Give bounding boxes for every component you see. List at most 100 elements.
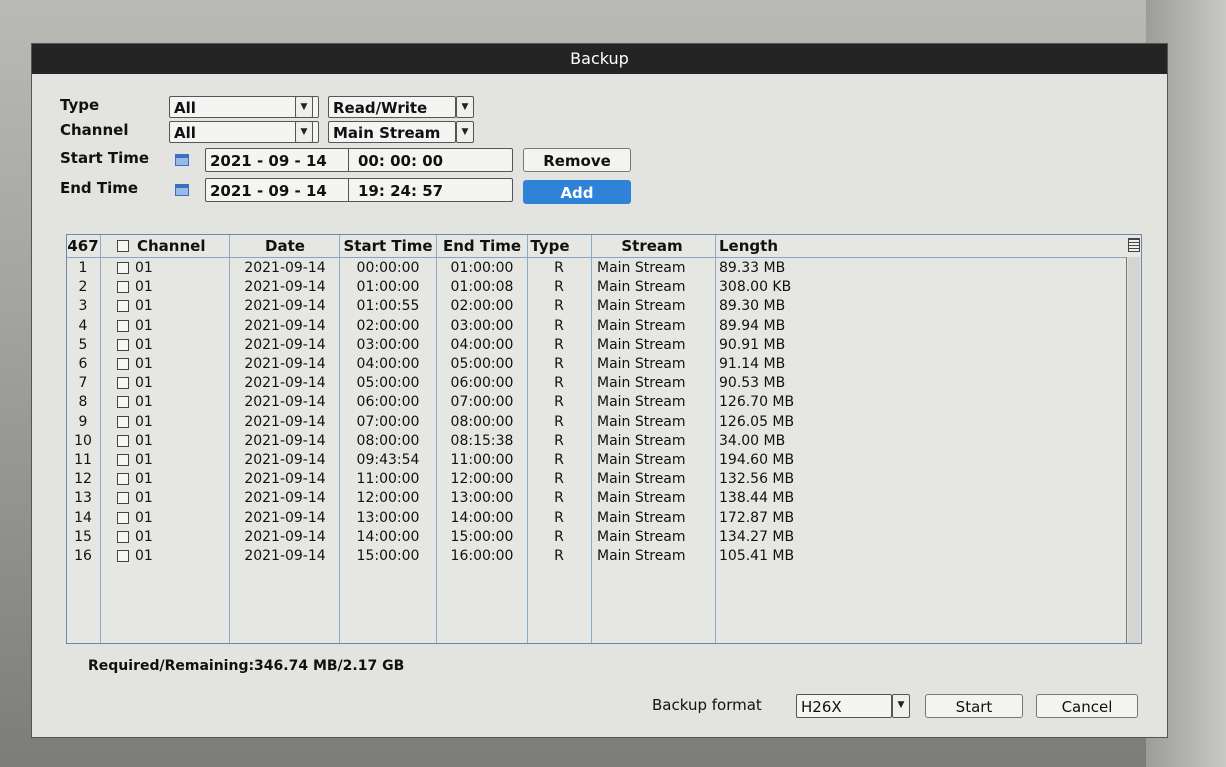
table-row[interactable]: 16 01 2021-09-14 15:00:00 16:00:00 R Main Stre… (67, 547, 1141, 566)
table-row[interactable]: 7 01 2021-09-14 05:00:00 06:00:00 R Main Strea… (67, 374, 1141, 393)
row-checkbox[interactable] (117, 550, 129, 562)
cell-end: 06:00:00 (450, 375, 514, 392)
cell-date: 2021-09-14 (244, 471, 326, 488)
row-checkbox[interactable] (117, 262, 129, 274)
cell-ch: 01 (135, 260, 153, 276)
table-row[interactable]: 10 01 2021-09-14 08:00:00 08:15:38 R Main Stre… (67, 432, 1141, 451)
row-checkbox[interactable] (117, 473, 129, 486)
cell-ch: 01 (135, 471, 153, 488)
cell-len: 89.33 MB (719, 260, 786, 276)
dialog-title: Backup (32, 44, 1167, 74)
table-row[interactable]: 12 01 2021-09-14 11:00:00 12:00:00 R Main Stre… (67, 470, 1141, 489)
backup-dialog: Backup Type All ▼ Read/Write ▼ Channel A… (32, 44, 1167, 737)
table-row[interactable]: 9 01 2021-09-14 07:00:00 08:00:00 R Main Strea… (67, 413, 1141, 432)
cancel-button[interactable]: Cancel (1036, 694, 1138, 718)
cell-type: R (554, 375, 564, 392)
start-datetime-field[interactable]: 2021 - 09 - 14 00: 00: 00 (205, 148, 513, 172)
stream-select[interactable]: Main Stream (328, 121, 456, 143)
column-menu-icon[interactable] (1128, 238, 1140, 252)
table-row[interactable]: 11 01 2021-09-14 09:43:54 11:00:00 R Main Stre… (67, 451, 1141, 470)
header-type[interactable]: Type (528, 235, 572, 257)
end-date: 2021 - 09 - 14 (210, 182, 327, 200)
start-time-label: Start Time (60, 149, 150, 167)
table-row[interactable]: 2 01 2021-09-14 01:00:00 01:00:08 R Main Strea… (67, 278, 1141, 297)
cell-ch: 01 (135, 432, 153, 449)
cell-n: 5 (78, 336, 88, 353)
table-row[interactable]: 14 01 2021-09-14 13:00:00 14:00:00 R Main Stre… (67, 509, 1141, 528)
table-row[interactable]: 13 01 2021-09-14 12:00:00 13:00:00 R Main Stre… (67, 489, 1141, 508)
cell-date: 2021-09-14 (244, 279, 326, 296)
row-checkbox[interactable] (117, 492, 129, 505)
cell-end: 15:00:00 (450, 528, 514, 545)
backup-format-select[interactable]: H26X (796, 694, 892, 718)
cell-ch: 01 (135, 528, 153, 545)
calendar-icon[interactable] (175, 154, 189, 166)
cell-len: 308.00 KB (719, 279, 792, 296)
type-dropdown-arrow-icon[interactable]: ▼ (295, 96, 313, 118)
cell-type: R (554, 548, 564, 564)
table-row[interactable]: 3 01 2021-09-14 01:00:55 02:00:00 R Main Strea… (67, 297, 1141, 316)
cell-n: 1 (78, 260, 88, 276)
table-row[interactable]: 8 01 2021-09-14 06:00:00 07:00:00 R Main Strea… (67, 393, 1141, 412)
cell-stream: Main Stream (597, 336, 686, 353)
rw-select[interactable]: Read/Write (328, 96, 456, 118)
row-checkbox[interactable] (117, 511, 129, 524)
header-start-time[interactable]: Start Time (340, 235, 436, 257)
cell-ch: 01 (135, 413, 153, 430)
rw-dropdown-arrow-icon[interactable]: ▼ (456, 96, 474, 118)
end-datetime-field[interactable]: 2021 - 09 - 14 19: 24: 57 (205, 178, 513, 202)
row-checkbox[interactable] (117, 530, 129, 543)
stream-dropdown-arrow-icon[interactable]: ▼ (456, 121, 474, 143)
row-checkbox[interactable] (117, 319, 129, 332)
row-checkbox[interactable] (117, 396, 129, 409)
table-row[interactable]: 4 01 2021-09-14 02:00:00 03:00:00 R Main Strea… (67, 317, 1141, 336)
table-row[interactable]: 5 01 2021-09-14 03:00:00 04:00:00 R Main Strea… (67, 336, 1141, 355)
row-checkbox[interactable] (117, 300, 129, 313)
cell-date: 2021-09-14 (244, 548, 326, 564)
row-checkbox[interactable] (117, 454, 129, 466)
channel-dropdown-arrow-icon[interactable]: ▼ (295, 121, 313, 143)
row-checkbox[interactable] (117, 415, 129, 428)
cell-start: 07:00:00 (356, 413, 420, 430)
cell-start: 02:00:00 (356, 317, 420, 334)
header-date[interactable]: Date (231, 235, 339, 257)
table-row[interactable]: 1 01 2021-09-14 00:00:00 01:00:00 R Main Strea… (67, 259, 1141, 278)
table-row[interactable]: 15 01 2021-09-14 14:00:00 15:00:00 R Main Stre… (67, 528, 1141, 547)
cell-ch: 01 (135, 279, 153, 296)
header-end-time[interactable]: End Time (437, 235, 527, 257)
cell-len: 89.30 MB (719, 298, 786, 315)
cell-type: R (554, 490, 564, 507)
cell-ch: 01 (135, 548, 153, 564)
add-button[interactable]: Add (523, 180, 631, 204)
header-channel[interactable]: Channel (137, 235, 219, 257)
cell-end: 08:00:00 (450, 413, 514, 430)
header-length[interactable]: Length (719, 235, 779, 257)
header-stream[interactable]: Stream (590, 235, 714, 257)
select-all-checkbox[interactable] (117, 240, 129, 252)
cell-date: 2021-09-14 (244, 317, 326, 334)
row-checkbox[interactable] (117, 338, 129, 351)
start-button[interactable]: Start (925, 694, 1023, 718)
cell-end: 07:00:00 (450, 394, 514, 411)
backup-format-value: H26X (801, 698, 842, 716)
cell-type: R (554, 452, 564, 468)
cell-n: 3 (78, 298, 88, 315)
calendar-icon[interactable] (175, 184, 189, 196)
cell-ch: 01 (135, 509, 153, 526)
cell-n: 16 (74, 548, 92, 564)
row-checkbox[interactable] (117, 358, 129, 370)
cell-stream: Main Stream (597, 260, 686, 276)
cell-stream: Main Stream (597, 356, 686, 372)
row-checkbox[interactable] (117, 377, 129, 390)
remove-button[interactable]: Remove (523, 148, 631, 172)
row-checkbox[interactable] (117, 281, 129, 294)
cell-date: 2021-09-14 (244, 375, 326, 392)
cell-type: R (554, 279, 564, 296)
field-divider (348, 179, 349, 201)
row-checkbox[interactable] (117, 434, 129, 447)
cell-end: 01:00:08 (450, 279, 514, 296)
cell-date: 2021-09-14 (244, 356, 326, 372)
cell-end: 05:00:00 (450, 356, 514, 372)
format-dropdown-arrow-icon[interactable]: ▼ (892, 694, 910, 718)
table-row[interactable]: 6 01 2021-09-14 04:00:00 05:00:00 R Main Strea… (67, 355, 1141, 374)
